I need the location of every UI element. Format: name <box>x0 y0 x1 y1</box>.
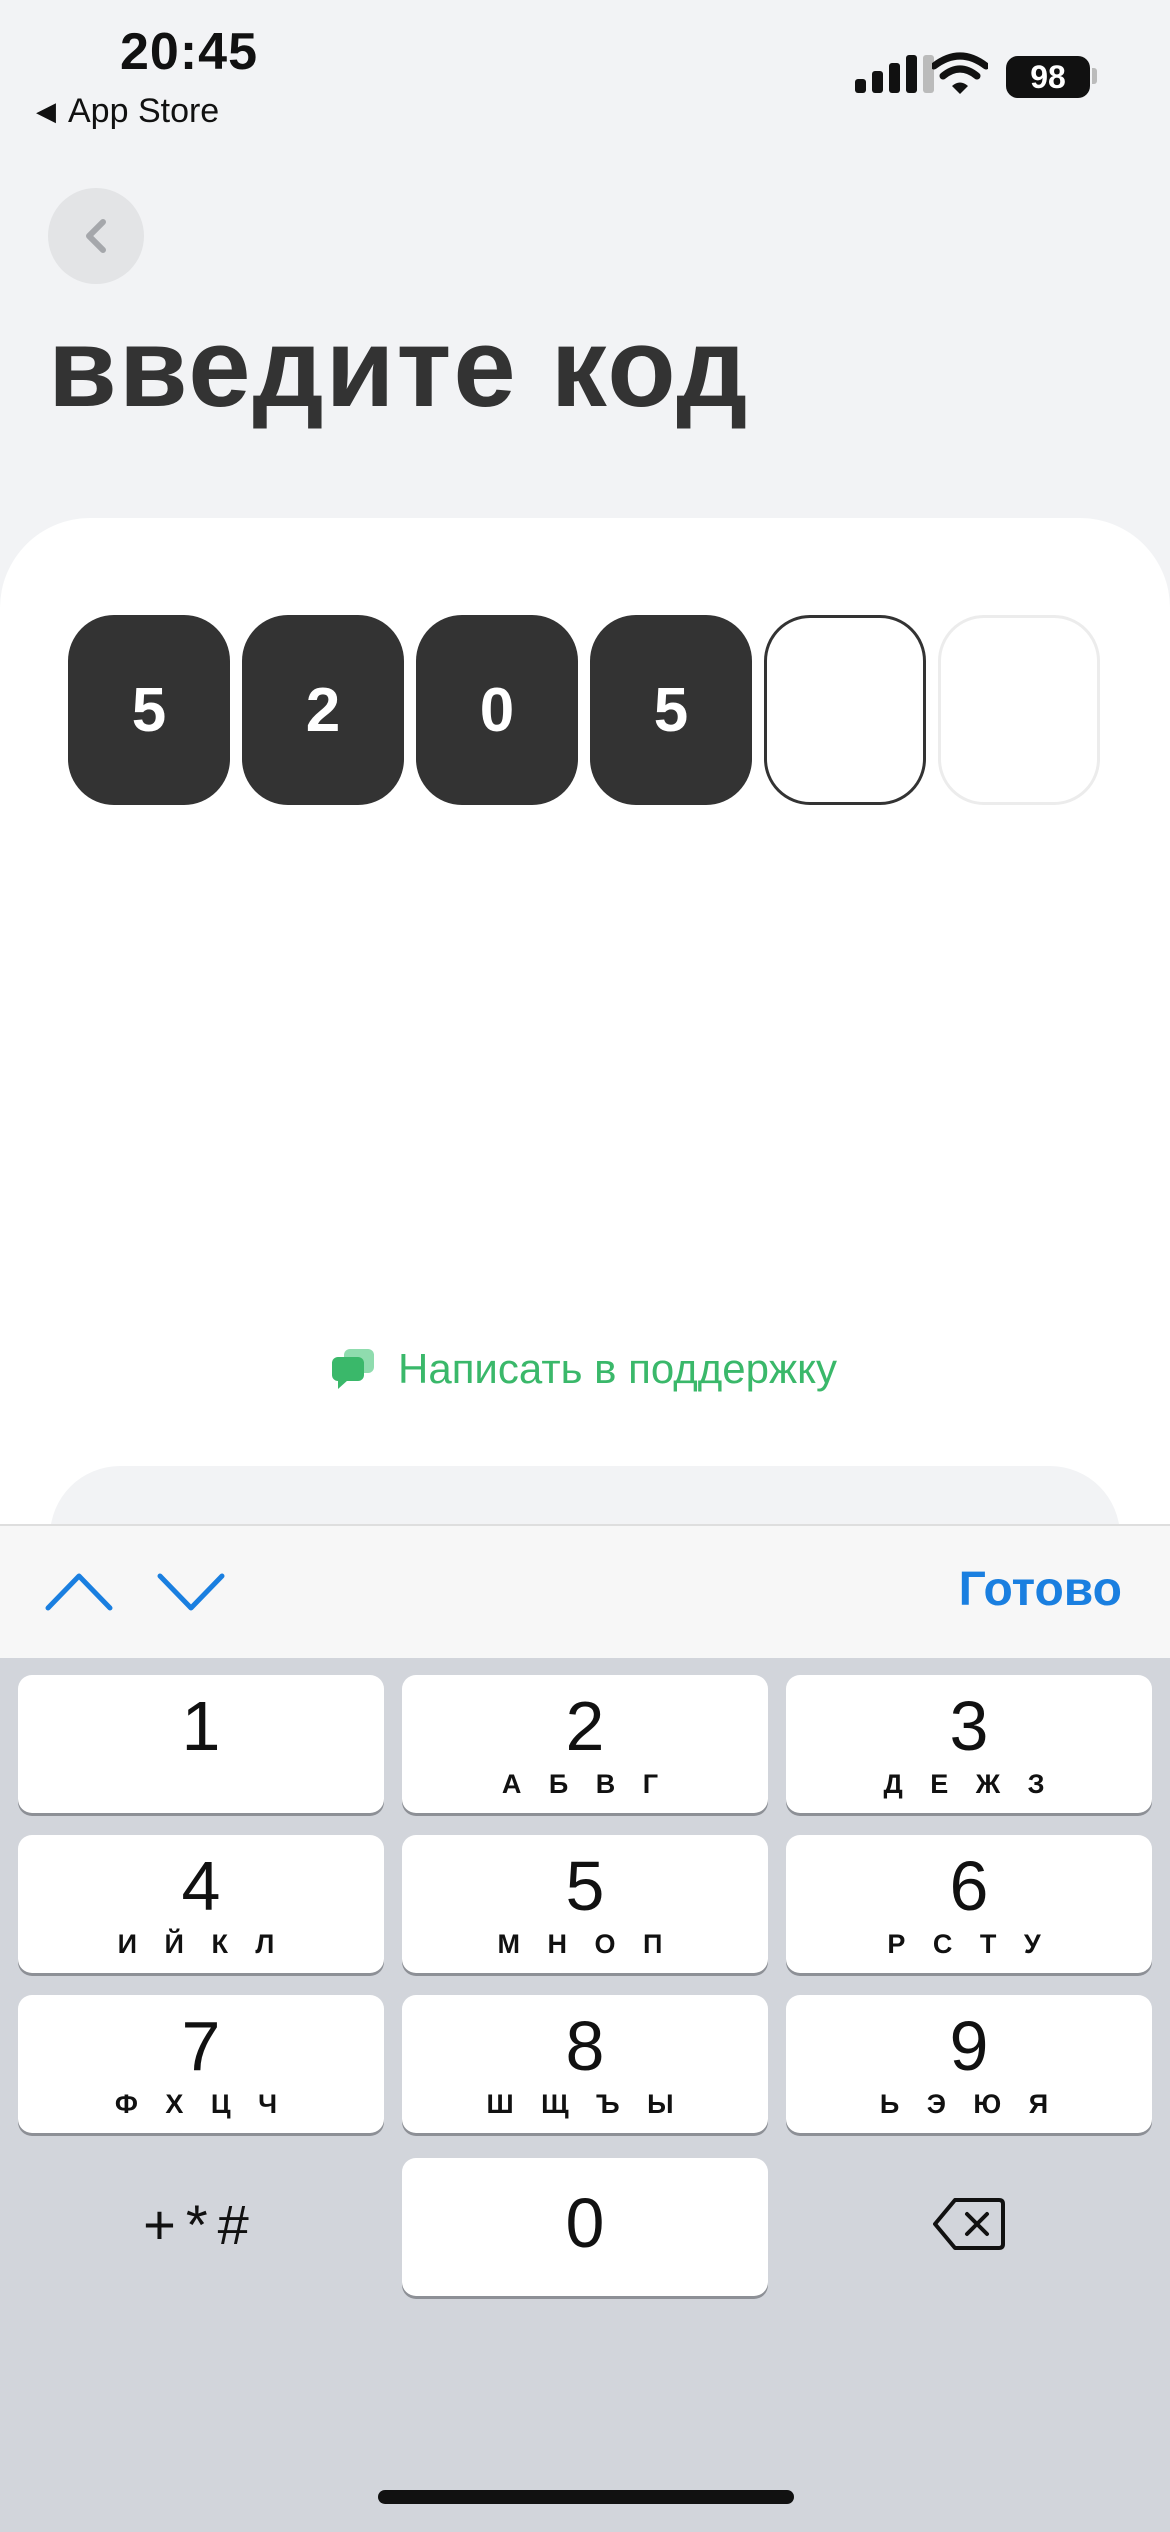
support-label: Написать в поддержку <box>398 1345 837 1392</box>
key-0[interactable]: 0 <box>402 2158 768 2296</box>
code-digit-1[interactable]: 5 <box>68 615 230 805</box>
delete-key[interactable] <box>786 2155 1152 2293</box>
code-digit-3[interactable]: 0 <box>416 615 578 805</box>
key-letters: А Б В Г <box>501 1769 669 1799</box>
page-title: введите код <box>48 305 750 430</box>
key-digit: 9 <box>949 2007 989 2085</box>
battery-tip <box>1092 68 1097 84</box>
key-letters: Д Е Ж З <box>883 1769 1055 1799</box>
code-digit-4[interactable]: 5 <box>590 615 752 805</box>
key-5[interactable]: 5 М Н О П <box>402 1835 768 1973</box>
key-digit: 3 <box>949 1687 989 1765</box>
key-letters: Ь Э Ю Я <box>879 2089 1059 2119</box>
key-digit: 6 <box>949 1847 989 1925</box>
key-1[interactable]: 1 <box>18 1675 384 1813</box>
code-digit-2[interactable]: 2 <box>242 615 404 805</box>
key-7[interactable]: 7 Ф Х Ц Ч <box>18 1995 384 2133</box>
key-digit: 2 <box>565 1687 605 1765</box>
key-digit: 0 <box>565 2184 605 2262</box>
key-6[interactable]: 6 Р С Т У <box>786 1835 1152 1973</box>
backspace-icon <box>933 2198 1005 2250</box>
back-triangle-icon: ◀ <box>36 96 56 126</box>
code-input[interactable]: 5 2 0 5 <box>68 615 1100 805</box>
key-letters: М Н О П <box>497 1929 673 1959</box>
back-button[interactable] <box>48 188 144 284</box>
key-letters: Ф Х Ц Ч <box>114 2089 288 2119</box>
code-digit-6[interactable] <box>938 615 1100 805</box>
chat-bubbles-icon <box>332 1349 374 1389</box>
cellular-signal-icon <box>855 55 934 93</box>
back-app-label: App Store <box>68 92 220 130</box>
chevron-left-icon <box>86 219 106 253</box>
key-4[interactable]: 4 И Й К Л <box>18 1835 384 1973</box>
code-digit-5[interactable] <box>764 615 926 805</box>
chevron-down-icon[interactable] <box>156 1568 226 1614</box>
key-3[interactable]: 3 Д Е Ж З <box>786 1675 1152 1813</box>
key-letters: Р С Т У <box>887 1929 1051 1959</box>
key-digit: 8 <box>565 2007 605 2085</box>
key-digit: 5 <box>565 1847 605 1925</box>
key-digit: 1 <box>181 1687 221 1765</box>
chevron-up-icon[interactable] <box>44 1568 114 1614</box>
key-8[interactable]: 8 Ш Щ Ъ Ы <box>402 1995 768 2133</box>
support-link[interactable]: Написать в поддержку <box>330 1345 837 1393</box>
done-button[interactable]: Готово <box>959 1562 1122 1617</box>
back-to-app-store[interactable]: ◀ App Store <box>36 92 219 131</box>
key-9[interactable]: 9 Ь Э Ю Я <box>786 1995 1152 2133</box>
status-time: 20:45 <box>120 23 258 81</box>
key-letters: Ш Щ Ъ Ы <box>486 2089 684 2119</box>
key-digit: 7 <box>181 2007 221 2085</box>
key-2[interactable]: 2 А Б В Г <box>402 1675 768 1813</box>
home-indicator <box>378 2490 794 2504</box>
wifi-icon <box>932 52 988 94</box>
symbols-key[interactable]: +*# <box>18 2155 384 2293</box>
battery-indicator: 98 <box>1006 56 1090 98</box>
key-letters: И Й К Л <box>117 1929 285 1959</box>
key-digit: 4 <box>181 1847 221 1925</box>
